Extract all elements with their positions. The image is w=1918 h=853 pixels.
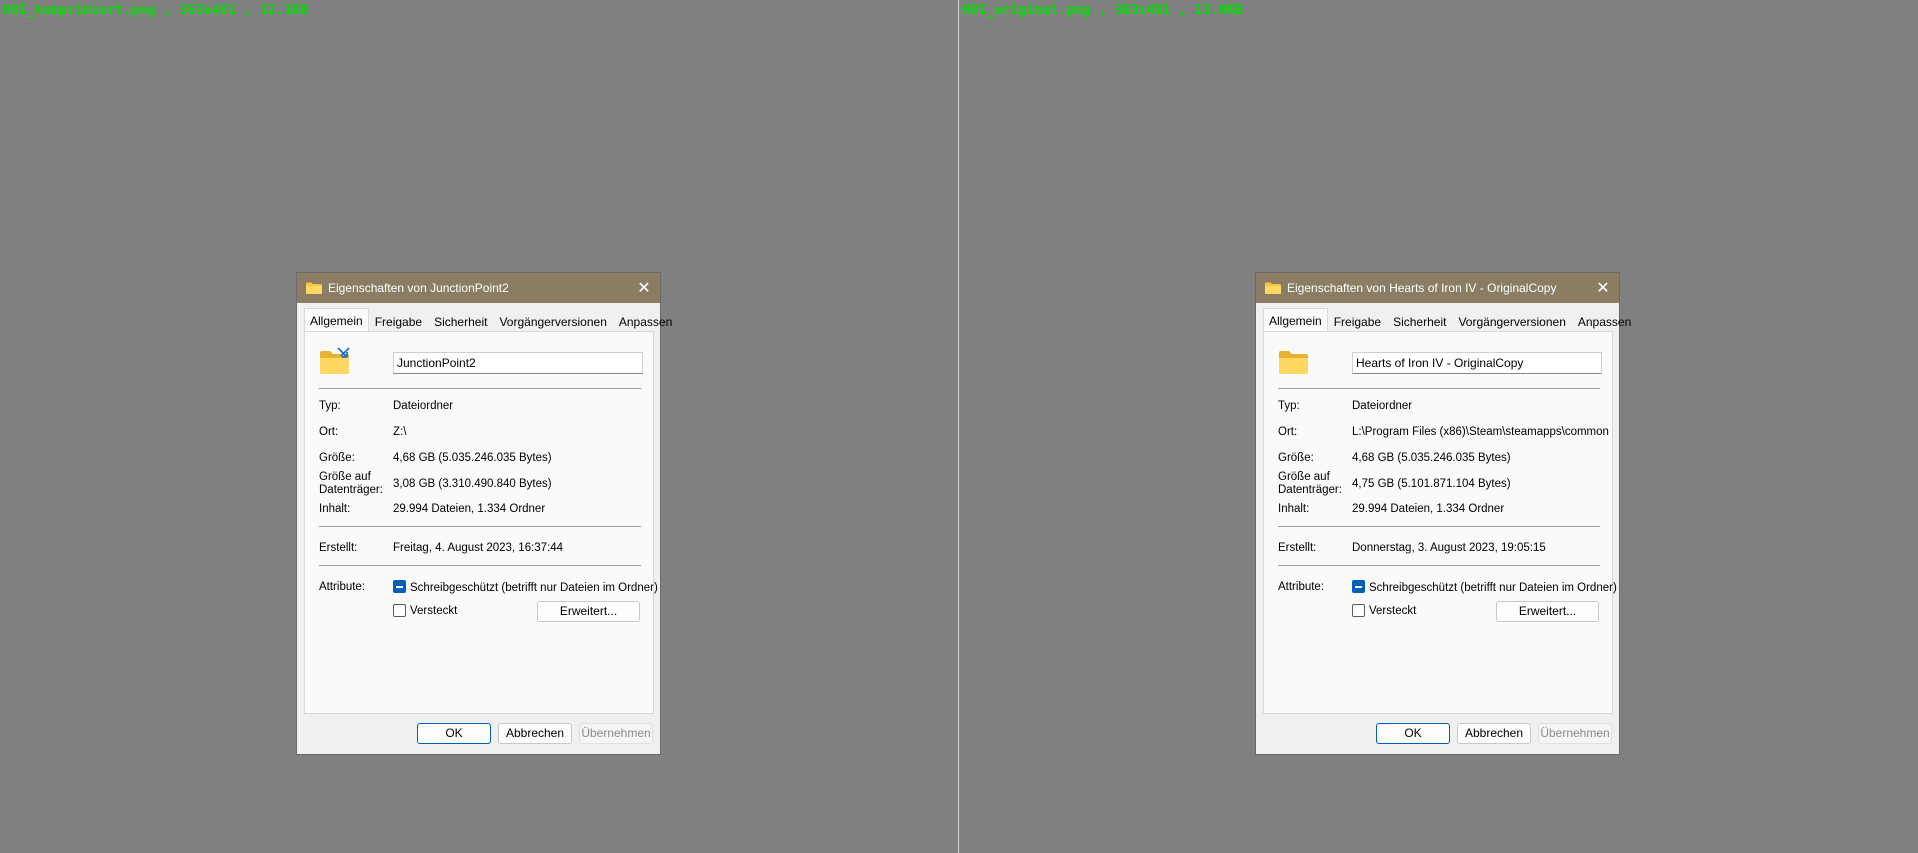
type-value: Dateiordner [393,400,454,412]
disk-size-label-line2: Datenträger: [319,484,383,496]
contents-label: Inhalt: [319,503,351,515]
junction-folder-icon [320,347,350,374]
type-label: Typ: [1278,400,1300,412]
advanced-button[interactable]: Erweitert... [1496,601,1599,622]
close-button[interactable]: ✕ [1593,278,1613,298]
location-value: Z:\ [393,426,407,438]
disk-size-value: 3,08 GB (3.310.490.840 Bytes) [393,478,552,490]
folder-icon [1265,282,1281,294]
divider [319,526,641,527]
divider [1278,565,1600,566]
tab-allgemein[interactable]: Allgemein [304,308,369,331]
tab-anpassen[interactable]: Anpassen [1572,310,1637,331]
contents-value: 29.994 Dateien, 1.334 Ordner [1352,503,1505,515]
dialog-titlebar[interactable]: Eigenschaften von Hearts of Iron IV - Or… [1256,273,1619,303]
disk-size-label: Größe auf Datenträger: [319,471,383,497]
disk-size-value: 4,75 GB (5.101.871.104 Bytes) [1352,478,1511,490]
size-value: 4,68 GB (5.035.246.035 Bytes) [1352,452,1511,464]
general-tab-panel: Typ: Dateiordner Ort: Z:\ Größe: 4,68 GB… [304,331,658,714]
location-label: Ort: [319,426,339,438]
dialog-title: Eigenschaften von Hearts of Iron IV - Or… [1287,281,1557,295]
tab-freigabe[interactable]: Freigabe [369,310,428,331]
readonly-checkbox[interactable] [393,580,406,593]
dialog-title: Eigenschaften von JunctionPoint2 [328,281,509,295]
image-caption: HOI_komprimiert.png , 363x481 , 12.1KB [3,3,309,18]
location-label: Ort: [1278,426,1298,438]
size-label: Größe: [1278,452,1314,464]
type-label: Typ: [319,400,341,412]
size-value: 4,68 GB (5.035.246.035 Bytes) [393,452,552,464]
cancel-button[interactable]: Abbrechen [1457,723,1531,744]
properties-dialog: Eigenschaften von Hearts of Iron IV - Or… [1256,273,1631,754]
image-caption: HOI_original.png , 363x481 , 13.0KB [962,3,1243,18]
tab-freigabe[interactable]: Freigabe [1328,310,1387,331]
disk-size-label-line2: Datenträger: [1278,484,1342,496]
contents-label: Inhalt: [1278,503,1310,515]
created-value: Donnerstag, 3. August 2023, 19:05:15 [1352,542,1546,554]
properties-dialog: Eigenschaften von JunctionPoint2 ✕ Allge… [297,273,672,754]
divider [319,388,641,389]
dialog-titlebar[interactable]: Eigenschaften von JunctionPoint2 ✕ [297,273,660,303]
folder-name-input[interactable] [1352,352,1602,374]
ok-button[interactable]: OK [417,723,491,744]
close-button[interactable]: ✕ [634,278,654,298]
folder-name-input[interactable] [393,352,643,374]
size-label: Größe: [319,452,355,464]
apply-button[interactable]: Übernehmen [1538,723,1612,744]
readonly-checkbox[interactable] [1352,580,1365,593]
hidden-label: Versteckt [410,605,458,617]
hidden-label: Versteckt [1369,605,1417,617]
tab-bar: Allgemein Freigabe Sicherheit Vorgängerv… [1263,308,1637,332]
ok-button[interactable]: OK [1376,723,1450,744]
general-tab-panel: Typ: Dateiordner Ort: L:\Program Files (… [1263,331,1617,714]
readonly-label: Schreibgeschützt (betrifft nur Dateien i… [410,582,658,594]
tab-anpassen[interactable]: Anpassen [613,310,678,331]
tab-sicherheit[interactable]: Sicherheit [428,310,493,331]
readonly-label: Schreibgeschützt (betrifft nur Dateien i… [1369,582,1617,594]
created-label: Erstellt: [1278,542,1317,554]
attributes-label: Attribute: [319,581,366,593]
cancel-button[interactable]: Abbrechen [498,723,572,744]
hidden-checkbox[interactable] [393,604,406,617]
tab-allgemein[interactable]: Allgemein [1263,308,1328,331]
divider [1278,388,1600,389]
type-value: Dateiordner [1352,400,1413,412]
divider [319,565,641,566]
location-value: L:\Program Files (x86)\Steam\steamapps\c… [1352,426,1609,438]
disk-size-label-line1: Größe auf [319,471,371,483]
folder-icon [306,282,322,294]
attributes-label: Attribute: [1278,581,1325,593]
tab-vorgaengerversionen[interactable]: Vorgängerversionen [493,310,612,331]
tab-vorgaengerversionen[interactable]: Vorgängerversionen [1452,310,1571,331]
disk-size-label: Größe auf Datenträger: [1278,471,1342,497]
tab-bar: Allgemein Freigabe Sicherheit Vorgängerv… [304,308,678,332]
contents-value: 29.994 Dateien, 1.334 Ordner [393,503,546,515]
left-image-pane: HOI_komprimiert.png , 363x481 , 12.1KB E… [0,0,958,853]
folder-icon [1279,351,1308,374]
disk-size-label-line1: Größe auf [1278,471,1330,483]
created-value: Freitag, 4. August 2023, 16:37:44 [393,542,564,554]
created-label: Erstellt: [319,542,358,554]
hidden-checkbox[interactable] [1352,604,1365,617]
right-image-pane: HOI_original.png , 363x481 , 13.0KB Eige… [959,0,1918,853]
divider [1278,526,1600,527]
advanced-button[interactable]: Erweitert... [537,601,640,622]
apply-button[interactable]: Übernehmen [579,723,653,744]
tab-sicherheit[interactable]: Sicherheit [1387,310,1452,331]
